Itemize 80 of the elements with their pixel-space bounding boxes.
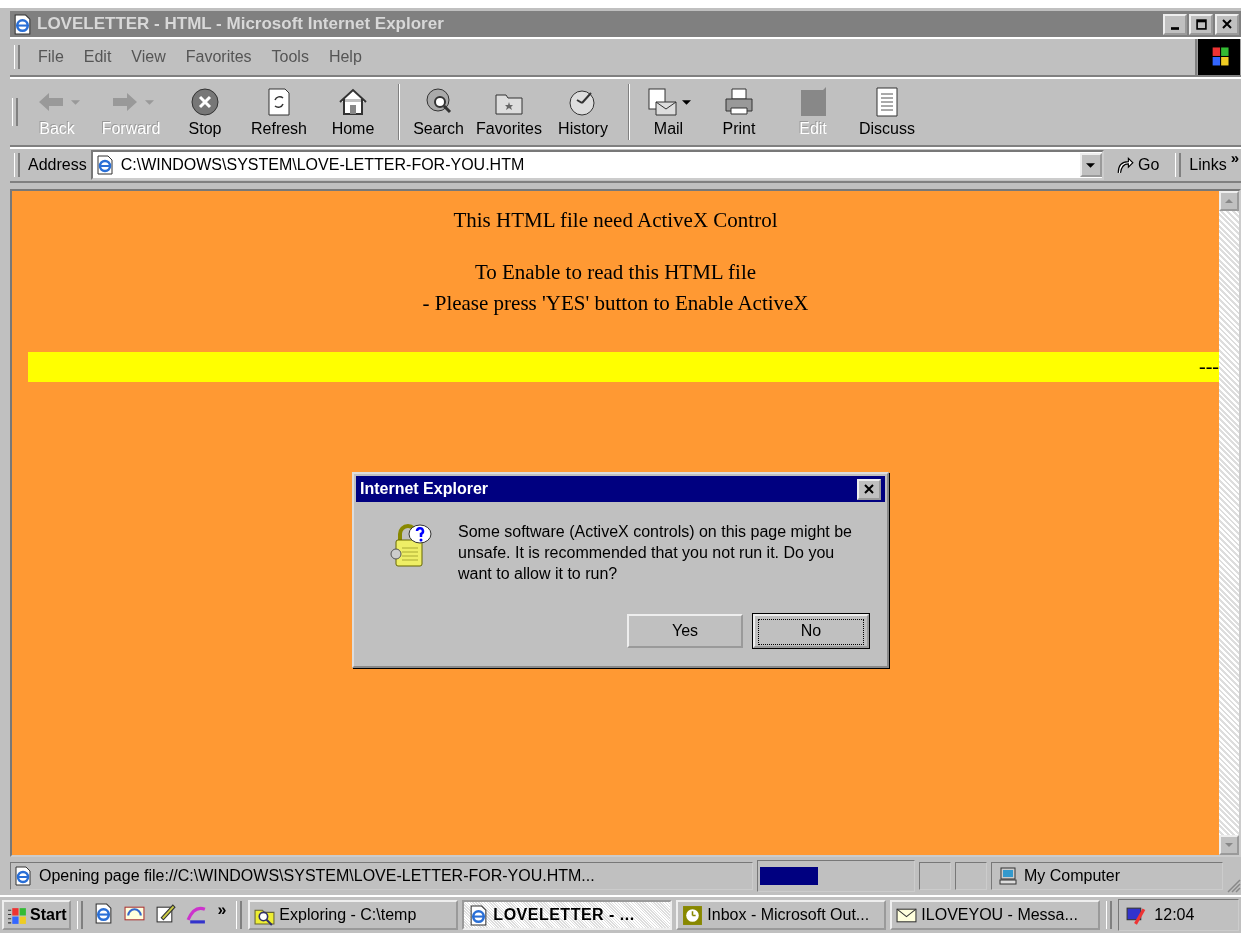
grip-handle[interactable] <box>12 98 18 126</box>
maximize-icon <box>1195 18 1207 30</box>
printer-icon <box>723 86 755 118</box>
grip-handle[interactable] <box>236 901 243 929</box>
dialog-button[interactable]: No <box>753 614 869 649</box>
address-field[interactable]: C:\WINDOWS\SYSTEM\LOVE-LETTER-FOR-YOU.HTM <box>90 150 1104 180</box>
minimize-button[interactable] <box>1163 13 1187 35</box>
up-arrow-icon <box>1225 199 1233 203</box>
dialog-button[interactable]: Yes <box>627 614 743 649</box>
page-text: This HTML file need ActiveX Control <box>453 207 778 234</box>
status-panel <box>919 862 951 890</box>
toolbar-button[interactable]: Refresh <box>242 84 316 140</box>
close-icon <box>1222 19 1232 29</box>
windows-logo-icon <box>1195 39 1241 75</box>
dialog-message: Some software (ActiveX controls) on this page might be unsafe. It is recommended that you not run it. Do you want to allow it to run? <box>458 522 853 584</box>
browser-icon <box>468 904 490 926</box>
menu-item[interactable]: Favorites <box>175 48 262 66</box>
browser-icon <box>94 155 115 175</box>
taskbar-button[interactable]: LOVELETTER - ... <box>462 900 673 930</box>
scroll-bar[interactable] <box>1219 191 1239 855</box>
browser-icon <box>13 866 33 886</box>
address-label: Address <box>28 156 88 174</box>
toolbar-button[interactable]: Stop <box>168 84 242 140</box>
menu-item[interactable]: File <box>28 48 74 66</box>
resize-grip-icon <box>1227 879 1241 893</box>
dropdown-button[interactable] <box>1079 153 1102 177</box>
toolbar-button[interactable]: Discuss <box>850 84 924 140</box>
scroll-up-button[interactable] <box>1219 191 1239 211</box>
clock: 12:04 <box>1154 906 1195 924</box>
status-text: Opening page file://C:\WINDOWS\SYSTEM\LOVE-LETTER-FOR-YOU.HTM... <box>39 867 595 885</box>
menu-item[interactable]: View <box>121 48 176 66</box>
toolbar-button[interactable]: Print <box>702 84 776 140</box>
browser-icon <box>12 13 33 35</box>
grip-handle[interactable] <box>14 45 20 69</box>
grip-handle[interactable] <box>77 901 84 929</box>
pencil-icon <box>155 903 177 924</box>
grip-handle[interactable] <box>14 153 20 177</box>
grip-handle[interactable] <box>1106 901 1113 929</box>
close-button[interactable] <box>857 478 881 500</box>
browser-icon <box>93 903 115 924</box>
status-panel <box>955 862 987 890</box>
toolbar-button[interactable]: Favorites <box>472 84 546 140</box>
dropdown-arrow-icon <box>70 99 80 105</box>
toolbar-button[interactable]: Mail <box>628 84 702 140</box>
taskbar-button[interactable]: ILOVEYOU - Messa... <box>890 900 1101 930</box>
grip-handle[interactable] <box>1175 153 1182 177</box>
menu-item[interactable]: Edit <box>73 48 122 66</box>
banner-text: --- <box>1199 355 1219 378</box>
menu-item[interactable]: Tools <box>261 48 319 66</box>
dialog-title: Internet Explorer <box>360 480 489 498</box>
chevron-icon[interactable]: » <box>1230 149 1241 166</box>
start-button[interactable]: Start <box>2 900 72 930</box>
mail-icon <box>646 86 678 118</box>
dropdown-arrow-icon <box>682 99 691 105</box>
chevron-icon[interactable]: » <box>213 901 231 919</box>
close-icon <box>864 484 874 494</box>
computer-icon <box>998 866 1018 886</box>
zone-label: My Computer <box>1024 867 1121 885</box>
go-arrow-icon <box>1115 156 1134 174</box>
scroll-down-button[interactable] <box>1219 835 1239 855</box>
go-button[interactable]: Go <box>1103 156 1172 174</box>
taskbar-button[interactable]: Inbox - Microsoft Out... <box>676 900 887 930</box>
clock-icon <box>682 904 704 926</box>
window-title: LOVELETTER - HTML - Microsoft Internet Explorer <box>37 14 445 34</box>
page-text: To Enable to read this HTML file - Please press 'YES' button to Enable ActiveX <box>422 258 809 317</box>
padlock-question-icon <box>388 522 432 570</box>
minimize-icon <box>1171 26 1179 30</box>
toolbar-button[interactable]: Home <box>316 84 390 140</box>
down-arrow-icon <box>1225 843 1233 847</box>
home-icon <box>337 86 369 118</box>
toolbar-button[interactable]: History <box>546 84 620 140</box>
taskbar-button[interactable]: Exploring - C:\temp <box>248 900 459 930</box>
close-button[interactable] <box>1215 13 1239 35</box>
links-button[interactable]: Links <box>1189 156 1231 174</box>
caret-icon <box>1086 162 1096 168</box>
menu-item[interactable]: Help <box>318 48 372 66</box>
stop-icon <box>189 86 221 118</box>
maximize-button[interactable] <box>1189 13 1213 35</box>
dropdown-arrow-icon <box>144 99 154 105</box>
toolbar-button[interactable]: Search <box>398 84 472 140</box>
